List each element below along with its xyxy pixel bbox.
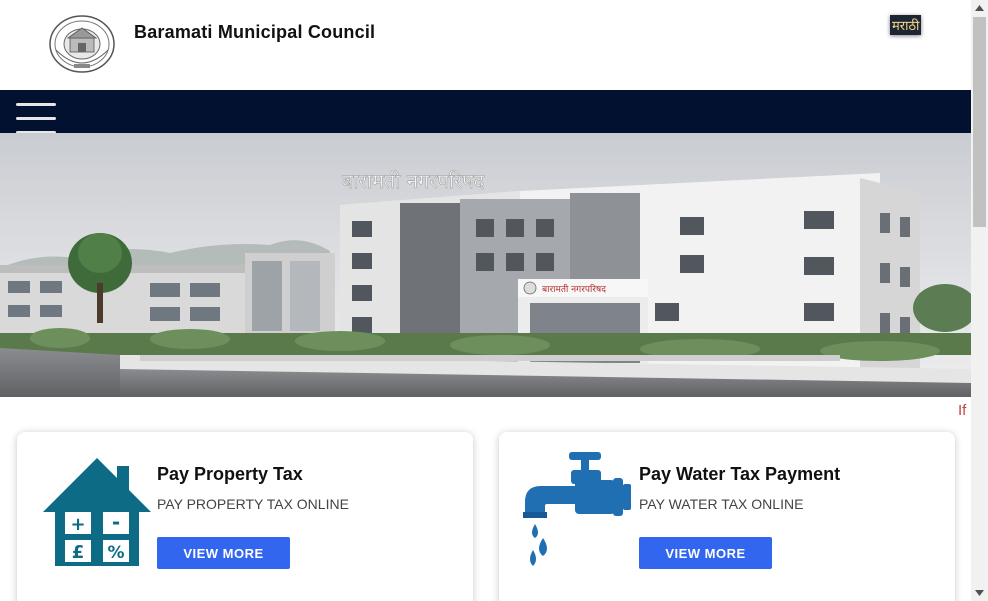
house-tax-icon: + - £ % (41, 456, 153, 568)
page: Baramati Municipal Council मराठी बारामती… (0, 0, 971, 601)
card-subtitle: PAY PROPERTY TAX ONLINE (157, 496, 349, 512)
card-title: Pay Property Tax (157, 464, 303, 484)
council-emblem-logo[interactable] (48, 14, 116, 74)
vertical-scrollbar[interactable] (971, 0, 988, 601)
svg-text:£: £ (72, 542, 85, 563)
view-more-property-tax-button[interactable]: VIEW MORE (157, 537, 290, 569)
svg-text:+: + (70, 514, 85, 535)
language-toggle-button[interactable]: मराठी (890, 15, 922, 35)
scroll-up-arrow-icon[interactable] (971, 0, 988, 17)
announcement-marquee: If (958, 402, 967, 419)
scrollbar-thumb[interactable] (973, 17, 986, 227)
scroll-down-arrow-icon[interactable] (971, 584, 988, 601)
svg-text:-: - (112, 510, 120, 534)
card-title: Pay Water Tax Payment (639, 464, 841, 484)
navbar (0, 90, 971, 134)
site-title: Baramati Municipal Council (134, 22, 376, 42)
building-sign-text: बारामती नगरपरिषद (342, 169, 485, 193)
water-tax-card: Pay Water Tax Payment PAY WATER TAX ONLI… (499, 432, 955, 601)
water-tap-icon (521, 450, 633, 566)
card-subtitle: PAY WATER TAX ONLINE (639, 496, 804, 512)
view-more-water-tax-button[interactable]: VIEW MORE (639, 537, 772, 569)
svg-text:%: % (107, 543, 124, 563)
property-tax-card: + - £ % Pay Property Tax PAY PROPERTY TA… (17, 432, 473, 601)
hero-banner-image: बारामती नगरपरिषद बारामती नगरपरिषद (0, 133, 971, 397)
site-header: Baramati Municipal Council मराठी (0, 0, 971, 90)
hamburger-menu-icon[interactable] (16, 97, 56, 134)
entrance-sign-text: बारामती नगरपरिषद (542, 283, 606, 295)
